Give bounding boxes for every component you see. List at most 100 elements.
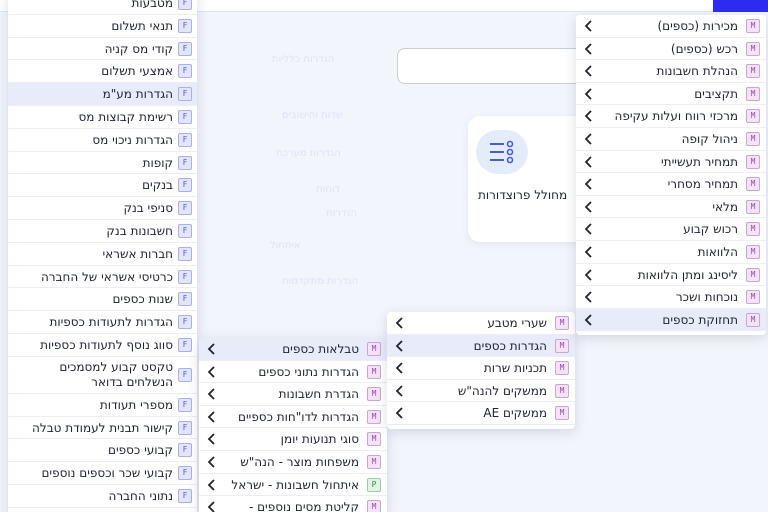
finance-setting-item[interactable]: תאריך חברהF	[8, 507, 197, 512]
type-badge: M	[367, 364, 381, 379]
type-badge: M	[746, 199, 760, 214]
finance-setting-item[interactable]: כרטיסי אשראי של החברה F	[8, 265, 197, 289]
main-menu-item[interactable]: תקציבים M	[576, 82, 766, 106]
maintenance-menu-item[interactable]: תכניות שרות M	[387, 357, 575, 380]
type-badge: F	[178, 292, 192, 307]
finance-setting-item[interactable]: הגדרות מע"מ F	[8, 83, 197, 106]
type-badge: F	[178, 443, 192, 458]
main-menu-item[interactable]: תחזוקת כספים M	[576, 308, 766, 332]
settings-menu-item[interactable]: קליטת מסים נוספים - M	[199, 496, 387, 512]
type-badge: M	[367, 500, 381, 512]
chevron-left-icon	[584, 42, 592, 55]
finance-setting-item[interactable]: הגדרות לתעודות כספיות F	[8, 311, 197, 334]
main-menu-item-label: מכירות (כספים)	[657, 19, 738, 33]
maintenance-menu-item[interactable]: שערי מטבע M	[387, 312, 575, 335]
finance-setting-item[interactable]: קודי מס קניה F	[8, 37, 197, 61]
chevron-left-icon	[584, 268, 592, 281]
main-menu-item[interactable]: תמחיר תעשייתי M	[576, 150, 766, 174]
settings-menu-item[interactable]: משפחות מוצר - הנה"ש M	[199, 450, 387, 474]
finance-setting-item[interactable]: בנקים F	[8, 174, 197, 198]
type-badge: F	[178, 178, 192, 193]
type-badge: M	[367, 409, 381, 424]
settings-menu-item[interactable]: טבלאות כספים M	[199, 338, 387, 361]
type-badge: F	[178, 87, 192, 102]
finance-setting-item[interactable]: חברות אשראי F	[8, 242, 197, 266]
top-accent-button[interactable]	[713, 0, 768, 12]
type-badge: M	[746, 19, 760, 33]
finance-setting-item-label: סווג נוסף לתעודות כספיות	[40, 337, 173, 352]
settings-menu-item[interactable]: איתחול חשבונות - ישראל P	[199, 473, 387, 497]
type-badge: M	[367, 342, 381, 356]
finance-setting-item[interactable]: קבועי שכר וכספים נוספים F	[8, 462, 197, 485]
main-menu-item[interactable]: הנהלת חשבונות M	[576, 60, 766, 83]
main-menu-item[interactable]: מכירות (כספים) M	[576, 15, 766, 38]
chevron-left-icon	[584, 110, 592, 123]
ghost-text: הגדרות מערכת	[276, 148, 341, 159]
chevron-left-icon	[584, 178, 592, 190]
main-menu-item[interactable]: ליסינג ומתן הלוואות M	[576, 263, 766, 287]
chevron-left-icon	[584, 314, 592, 326]
settings-menu-item[interactable]: הגדרת חשבונות M	[199, 383, 387, 406]
type-badge: M	[555, 406, 569, 421]
finance-setting-item[interactable]: תנאי תשלום F	[8, 14, 197, 38]
list-settings-icon	[476, 130, 528, 174]
main-menu-item[interactable]: מלאי M	[576, 195, 766, 219]
maintenance-menu-item-label: ממשקים להנה"ש	[457, 383, 547, 398]
chevron-left-icon	[207, 365, 215, 378]
main-menu-item-label: נוכחות ושכר	[675, 290, 738, 305]
type-badge: F	[178, 337, 192, 352]
main-menu-item[interactable]: מרכזי רווח ועלות עקיפה M	[576, 105, 766, 128]
settings-menu-item-label: הגדרת חשבונות	[278, 387, 359, 402]
finance-setting-item-label: טקסט קבוע למסמכים הנשלחים בדואר	[59, 359, 173, 389]
finance-setting-item[interactable]: נתוני החברה F	[8, 484, 197, 508]
maintenance-menu-item[interactable]: ממשקים AE M	[387, 402, 575, 425]
main-menu-item-label: תקציבים	[694, 86, 738, 101]
finance-setting-item[interactable]: מטבעות F	[8, 0, 197, 15]
finance-setting-item[interactable]: קופות F	[8, 151, 197, 175]
finance-setting-item[interactable]: חשבונות בנק F	[8, 219, 197, 243]
finance-setting-item[interactable]: קבועי כספים F	[8, 439, 197, 463]
type-badge: M	[746, 41, 760, 56]
main-menu-item[interactable]: תמחיר מסחרי M	[576, 173, 766, 196]
finance-setting-item[interactable]: סווג נוסף לתעודות כספיות F	[8, 333, 197, 357]
type-badge: M	[746, 131, 760, 146]
type-badge: F	[178, 41, 192, 56]
main-menu-item-label: רכוש קבוע	[683, 222, 738, 237]
maintenance-menu-item[interactable]: הגדרות כספים M	[387, 334, 575, 358]
main-menu-item[interactable]: נוכחות ושכר M	[576, 286, 766, 309]
chevron-left-icon	[584, 155, 592, 168]
finance-setting-item[interactable]: שנות כספים F	[8, 288, 197, 312]
chevron-left-icon	[207, 343, 215, 355]
background-search-input[interactable]	[397, 48, 597, 84]
finance-setting-item-label: נתוני החברה	[108, 488, 174, 503]
finance-setting-item[interactable]: קישור תבנית לעמודת טבלה F	[8, 416, 197, 440]
finance-setting-item[interactable]: רשימת קבוצות מס F	[8, 105, 197, 129]
ghost-text: דוחות	[316, 184, 341, 195]
settings-menu-item[interactable]: סוגי תנועות יומן M	[199, 428, 387, 451]
chevron-left-icon	[584, 201, 592, 213]
main-menu-item[interactable]: הלוואות M	[576, 240, 766, 264]
type-badge: M	[555, 361, 569, 376]
main-menu-item[interactable]: רכש (כספים) M	[576, 37, 766, 61]
ghost-text: הגדרות	[326, 208, 358, 219]
type-badge: M	[746, 177, 760, 192]
main-menu-item[interactable]: ניהול קופה M	[576, 127, 766, 151]
settings-menu-item[interactable]: הגדרות נתוני כספים M	[199, 360, 387, 384]
finance-settings-list: מטבעות F תנאי תשלום F קודי מס קניה F אמצעי תשל…	[8, 0, 197, 512]
maintenance-menu-item[interactable]: ממשקים להנה"ש M	[387, 379, 575, 403]
finance-setting-item[interactable]: אמצעי תשלום F	[8, 60, 197, 84]
finance-setting-item[interactable]: הגדרות ניכוי מס F	[8, 128, 197, 152]
main-menu-item-label: תמחיר תעשייתי	[661, 154, 738, 169]
main-menu-item[interactable]: רכוש קבוע M	[576, 218, 766, 241]
finance-setting-item[interactable]: מספרי תעודות F	[8, 393, 197, 417]
chevron-left-icon	[395, 317, 403, 329]
settings-menu-item[interactable]: הגדרות לדו"חות כספיים M	[199, 405, 387, 429]
type-badge: F	[178, 420, 192, 435]
type-badge: F	[178, 64, 192, 79]
finance-setting-item[interactable]: טקסט קבוע למסמכים הנשלחים בדואר F	[8, 356, 197, 394]
main-menu-item-label: מרכזי רווח ועלות עקיפה	[614, 109, 738, 124]
finance-setting-item[interactable]: סניפי בנק F	[8, 197, 197, 220]
settings-menu-item-label: הגדרות נתוני כספים	[258, 364, 359, 379]
finance-maintenance-submenu: שערי מטבע M הגדרות כספים M תכניות שרות M ממשקי…	[387, 312, 575, 429]
main-menu-item-label: מלאי	[712, 199, 738, 214]
